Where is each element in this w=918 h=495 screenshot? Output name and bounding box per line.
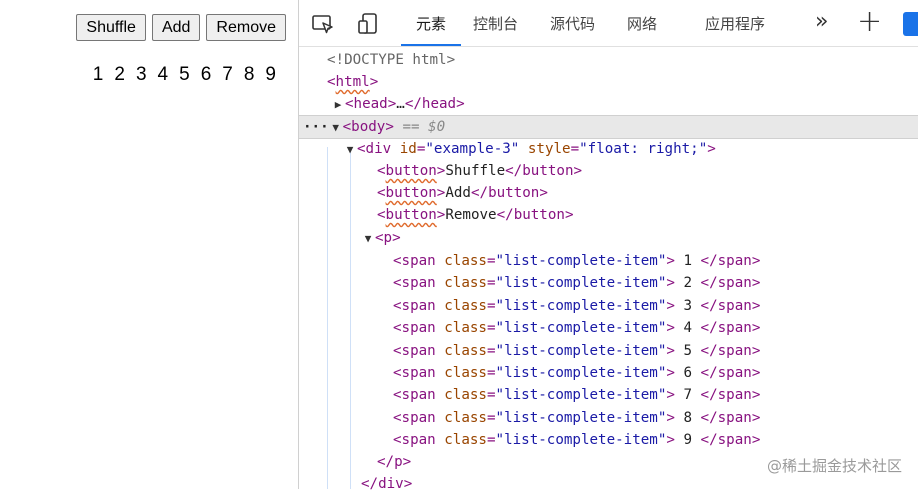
tab-application[interactable]: 应用程序 xyxy=(705,0,765,44)
device-toolbar-icon[interactable] xyxy=(357,12,381,36)
inspect-element-icon[interactable] xyxy=(311,12,335,36)
tab-network[interactable]: 网络 xyxy=(627,0,657,44)
more-options-icon[interactable]: ··· xyxy=(303,119,329,135)
doctype-node[interactable]: <!DOCTYPE html> xyxy=(299,49,918,71)
button-node[interactable]: <button>Remove</button> xyxy=(299,204,918,226)
more-tabs-icon[interactable]: » xyxy=(815,11,828,33)
list-item: 7 xyxy=(222,64,233,85)
html-node[interactable]: <html> xyxy=(299,71,918,93)
span-node[interactable]: <span class="list-complete-item"> 4 </sp… xyxy=(299,317,918,339)
tab-console[interactable]: 控制台 xyxy=(473,0,518,44)
add-tab-icon[interactable]: + xyxy=(857,7,882,37)
watermark: @稀土掘金技术社区 xyxy=(766,457,902,475)
button-row: Shuffle Add Remove xyxy=(76,14,286,41)
devtools-panel: 元素 控制台 源代码 网络 应用程序 » + <!DOCTYPE html> <… xyxy=(298,0,918,492)
add-button[interactable]: Add xyxy=(151,14,201,41)
span-node[interactable]: <span class="list-complete-item"> 8 </sp… xyxy=(299,407,918,429)
span-node[interactable]: <span class="list-complete-item"> 3 </sp… xyxy=(299,295,918,317)
div-node[interactable]: ▼ <div id="example-3" style="float: right… xyxy=(299,138,918,160)
head-node[interactable]: ▶ <head>…</head> xyxy=(299,93,918,115)
div-close-node[interactable]: </div> xyxy=(299,473,918,495)
list-item: 9 xyxy=(265,64,276,85)
devtools-toolbar: 元素 控制台 源代码 网络 应用程序 » + xyxy=(299,0,918,47)
body-node[interactable]: ··· ▼ <body> == $0 xyxy=(299,115,918,139)
list-item: 1 xyxy=(92,64,104,85)
collapse-triangle-icon[interactable]: ▼ xyxy=(343,139,357,161)
overflow-badge-icon[interactable] xyxy=(903,12,918,36)
button-node[interactable]: <button>Add</button> xyxy=(299,182,918,204)
button-node[interactable]: <button>Shuffle</button> xyxy=(299,160,918,182)
remove-button[interactable]: Remove xyxy=(206,14,286,41)
page-preview: Shuffle Add Remove 1 2 3 4 5 6 7 8 9 xyxy=(0,0,298,489)
span-node[interactable]: <span class="list-complete-item"> 6 </sp… xyxy=(299,362,918,384)
p-node[interactable]: ▼ <p> xyxy=(299,227,918,249)
collapse-triangle-icon[interactable]: ▼ xyxy=(329,117,343,139)
list-item: 4 xyxy=(157,64,169,85)
span-node[interactable]: <span class="list-complete-item"> 9 </sp… xyxy=(299,429,918,451)
list-item: 2 xyxy=(114,64,125,85)
expand-triangle-icon[interactable]: ▶ xyxy=(331,94,345,116)
shuffle-button[interactable]: Shuffle xyxy=(76,14,146,41)
collapse-triangle-icon[interactable]: ▼ xyxy=(361,228,375,250)
span-node[interactable]: <span class="list-complete-item"> 5 </sp… xyxy=(299,340,918,362)
dom-tree: <!DOCTYPE html> <html> ▶ <head>…</head> ·… xyxy=(299,47,918,492)
list-item: 8 xyxy=(243,64,255,85)
list-item: 5 xyxy=(179,64,190,85)
list-item: 6 xyxy=(200,64,212,85)
tab-sources[interactable]: 源代码 xyxy=(550,0,595,44)
number-list: 1 2 3 4 5 6 7 8 9 xyxy=(93,64,276,86)
list-item: 3 xyxy=(135,64,147,85)
span-node[interactable]: <span class="list-complete-item"> 1 </sp… xyxy=(299,250,918,272)
span-node[interactable]: <span class="list-complete-item"> 7 </sp… xyxy=(299,384,918,406)
span-node[interactable]: <span class="list-complete-item"> 2 </sp… xyxy=(299,272,918,294)
tab-elements[interactable]: 元素 xyxy=(401,0,461,46)
